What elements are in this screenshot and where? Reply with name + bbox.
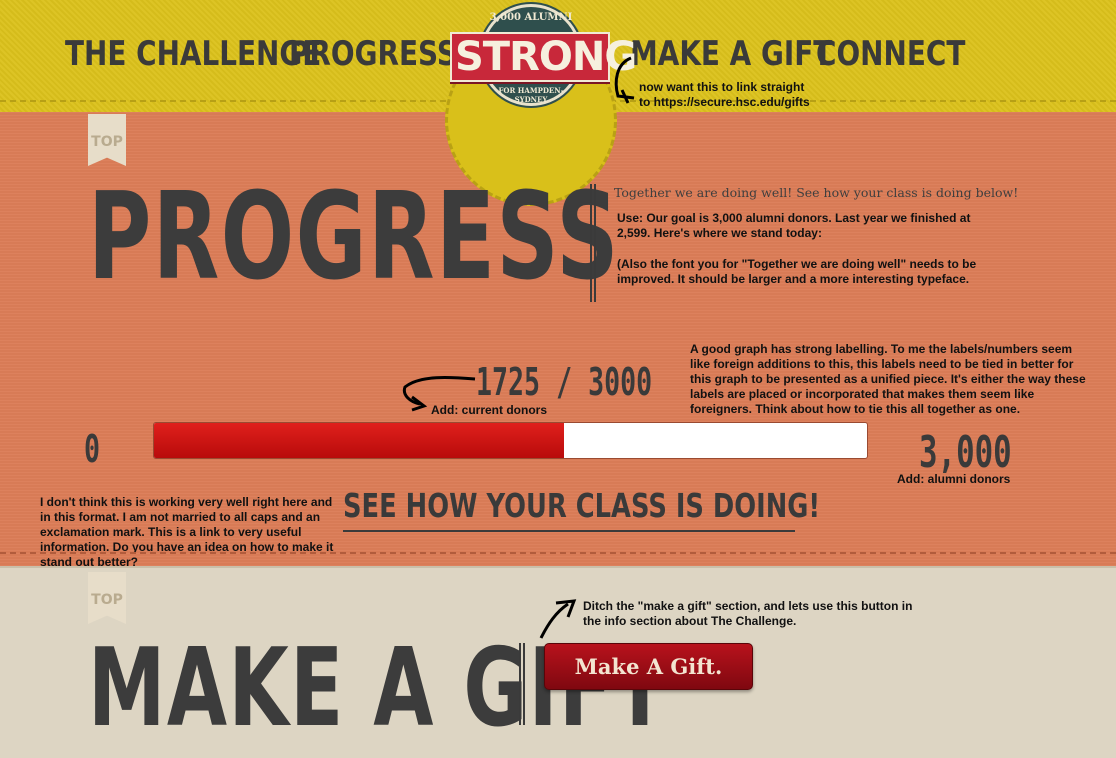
annotation-arrows <box>402 56 635 639</box>
nav-note-arrow <box>614 56 635 100</box>
gift-note-arrow-tip <box>555 599 577 618</box>
gift-note-arrow <box>539 602 569 639</box>
